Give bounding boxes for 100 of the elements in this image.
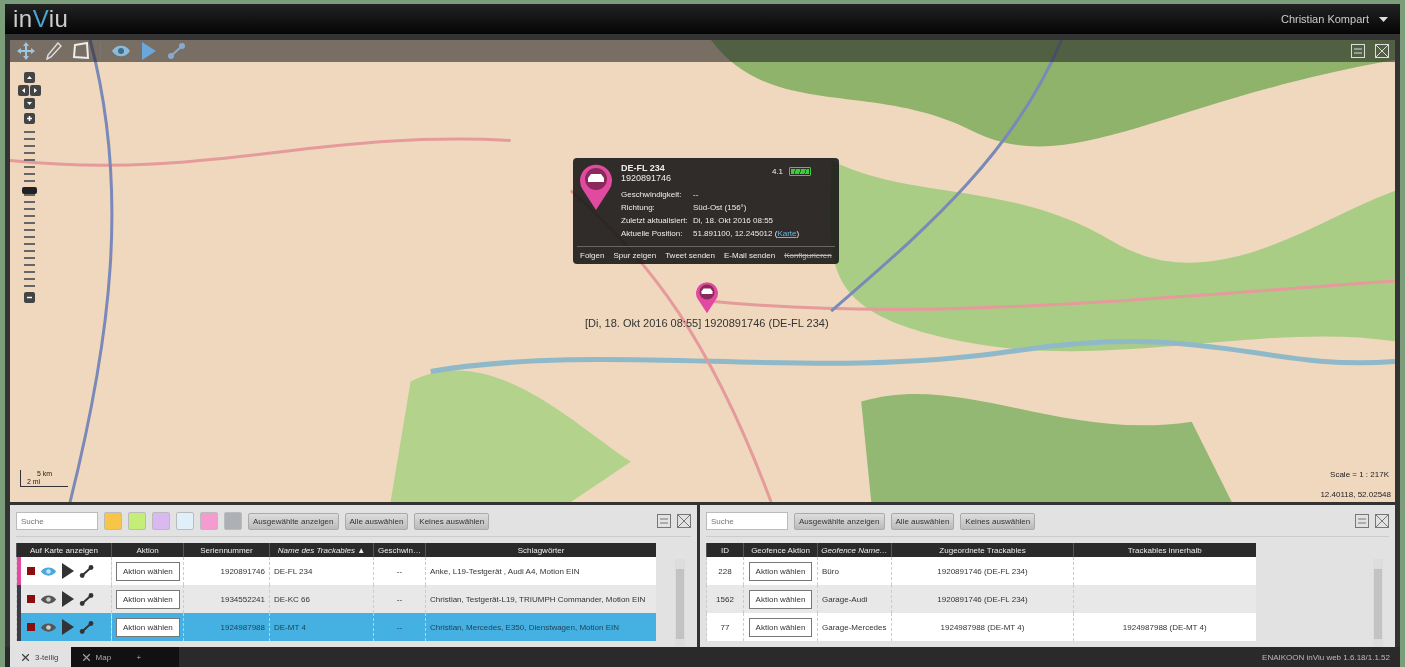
pan-down-icon[interactable] [23, 98, 35, 109]
column-header[interactable]: Schlagwörter [425, 543, 656, 557]
split-view-icon[interactable] [1355, 514, 1369, 528]
eye-icon[interactable] [40, 621, 57, 633]
workspace-tab[interactable]: Map [70, 647, 125, 667]
color-filter-swatch[interactable] [104, 512, 122, 530]
map-link[interactable]: Karte [777, 229, 797, 238]
column-header[interactable]: Seriennummer [183, 543, 270, 557]
toolbar-button[interactable]: Ausgewählte anzeigen [248, 512, 339, 530]
map-scale: Scale = 1 : 217K [1330, 470, 1389, 479]
field-value: -- [693, 189, 699, 201]
column-header[interactable]: Name des Trackables ▲ [269, 543, 374, 557]
table-cell: 1920891746 (DE-FL 234) [891, 557, 1074, 585]
toolbar-button[interactable]: Alle auswählen [344, 512, 409, 530]
table-cell: DE-MT 4 [269, 613, 374, 641]
popup-action-link[interactable]: Tweet senden [665, 251, 715, 260]
route-icon[interactable] [79, 619, 95, 635]
toolbar-button[interactable]: Keines auswählen [960, 512, 1036, 530]
toolbar-button[interactable]: Keines auswählen [414, 512, 490, 530]
pencil-icon[interactable] [46, 42, 62, 60]
search-field[interactable]: Suche [16, 512, 98, 530]
action-select[interactable]: Aktion wählen [748, 617, 813, 637]
action-select[interactable]: Aktion wählen [748, 589, 813, 609]
color-filter-swatch[interactable] [176, 512, 194, 530]
column-header[interactable]: Zugeordnete Trackables [891, 543, 1074, 557]
search-field[interactable]: Suche [706, 512, 788, 530]
color-filter-swatch[interactable] [128, 512, 146, 530]
column-header[interactable]: ID [706, 543, 744, 557]
field-value: Di, 18. Okt 2016 08:55 [693, 215, 774, 227]
popup-action-link[interactable]: Spur zeigen [613, 251, 657, 260]
color-filter-swatch[interactable] [200, 512, 218, 530]
eye-icon[interactable] [40, 565, 57, 577]
table-cell: Garage-Audi [817, 585, 892, 613]
zoom-in-icon[interactable] [23, 113, 35, 124]
field-value: Süd-Ost (156°) [693, 202, 747, 214]
route-icon[interactable] [79, 591, 95, 607]
cursor-coordinates: 12.40118, 52.02548 [1320, 490, 1391, 499]
eye-icon[interactable] [111, 44, 131, 58]
color-filter-swatch[interactable] [152, 512, 170, 530]
table-row[interactable]: Aktion wählen 1920891746 DE-FL 234 -- Anke, L19-Testgerät , Audi A4, Motion EIN [16, 557, 656, 585]
table-row[interactable]: Aktion wählen 1934552241 DE-KC 66 -- Christian, Testgerät-L19, TRIUMPH Commander, Motion EIN [16, 585, 656, 613]
eye-icon[interactable] [40, 593, 57, 605]
popup-action-link[interactable]: Folgen [580, 251, 605, 260]
action-select[interactable]: Aktion wählen [116, 617, 180, 637]
pan-up-icon[interactable] [23, 72, 35, 83]
table-cell: 1924987988 [183, 613, 270, 641]
play-icon[interactable] [62, 591, 74, 607]
play-icon[interactable] [62, 619, 74, 635]
car-pin-icon [579, 163, 613, 211]
table-cell: -- [373, 585, 426, 613]
field-label: Geschwindigkeit: [621, 189, 683, 201]
close-icon[interactable] [1375, 514, 1389, 528]
pan-left-icon[interactable] [17, 85, 29, 96]
column-header[interactable]: Geofence Aktion [743, 543, 818, 557]
polygon-icon[interactable] [72, 42, 90, 60]
signal-value: 4.1 [771, 167, 783, 176]
table-cell: 1934552241 [183, 585, 270, 613]
route-icon[interactable] [79, 563, 95, 579]
workspace-tab[interactable]: 3-teilig [10, 647, 71, 667]
table-cell: -- [373, 557, 426, 585]
tab-label: 3-teilig [35, 652, 59, 662]
version-text: ENAIKOON inViu web 1.6.18/1.1.52 [1262, 652, 1391, 662]
action-select[interactable]: Aktion wählen [116, 561, 180, 581]
column-header[interactable]: Auf Karte anzeigen [16, 543, 112, 557]
close-icon[interactable] [677, 514, 691, 528]
close-icon[interactable] [82, 653, 90, 661]
scrollbar[interactable] [1373, 559, 1383, 647]
color-filter-swatch[interactable] [224, 512, 242, 530]
caret-icon[interactable] [1379, 16, 1388, 22]
split-view-icon[interactable] [657, 514, 671, 528]
table-cell: Büro [817, 557, 892, 585]
table-row[interactable]: Aktion wählen 1924987988 DE-MT 4 -- Christian, Mercedes, E350, Dienstwagen, Motion EIN [16, 613, 656, 641]
popup-action-link[interactable]: E-Mail senden [724, 251, 776, 260]
column-header[interactable]: Geofence Name… [817, 543, 892, 557]
workspace-tab[interactable]: + [124, 647, 179, 667]
zoom-out-icon[interactable] [23, 292, 35, 303]
table-cell: Christian, Testgerät-L19, TRIUMPH Commander, Motion EIN [425, 585, 656, 613]
tab-label: + [136, 652, 142, 662]
user-menu[interactable]: Christian Kompart [1280, 13, 1369, 25]
toolbar-button[interactable]: Alle auswählen [890, 512, 955, 530]
toolbar-button[interactable]: Ausgewählte anzeigen [794, 512, 885, 530]
move-icon[interactable] [16, 41, 36, 61]
table-cell: DE-FL 234 [269, 557, 374, 585]
table-cell: 228 [706, 557, 744, 585]
table-cell: -- [373, 613, 426, 641]
serial-number: 1920891746 [621, 173, 672, 183]
field-label: Aktuelle Position: [621, 228, 684, 240]
column-header[interactable]: Trackables innerhalb [1073, 543, 1256, 557]
zoom-slider-thumb[interactable] [21, 187, 37, 195]
table-cell: 1920891746 (DE-FL 234) [891, 585, 1074, 613]
close-icon[interactable] [22, 653, 29, 661]
car-pin-icon[interactable] [695, 281, 719, 314]
action-select[interactable]: Aktion wählen [748, 561, 813, 581]
scrollbar[interactable] [675, 559, 685, 647]
column-header[interactable]: Aktion [111, 543, 184, 557]
field-label: Zuletzt aktualisiert: [621, 215, 689, 227]
action-select[interactable]: Aktion wählen [116, 589, 180, 609]
play-icon[interactable] [62, 563, 74, 579]
pan-right-icon[interactable] [29, 85, 41, 96]
column-header[interactable]: Geschwin… [373, 543, 426, 557]
